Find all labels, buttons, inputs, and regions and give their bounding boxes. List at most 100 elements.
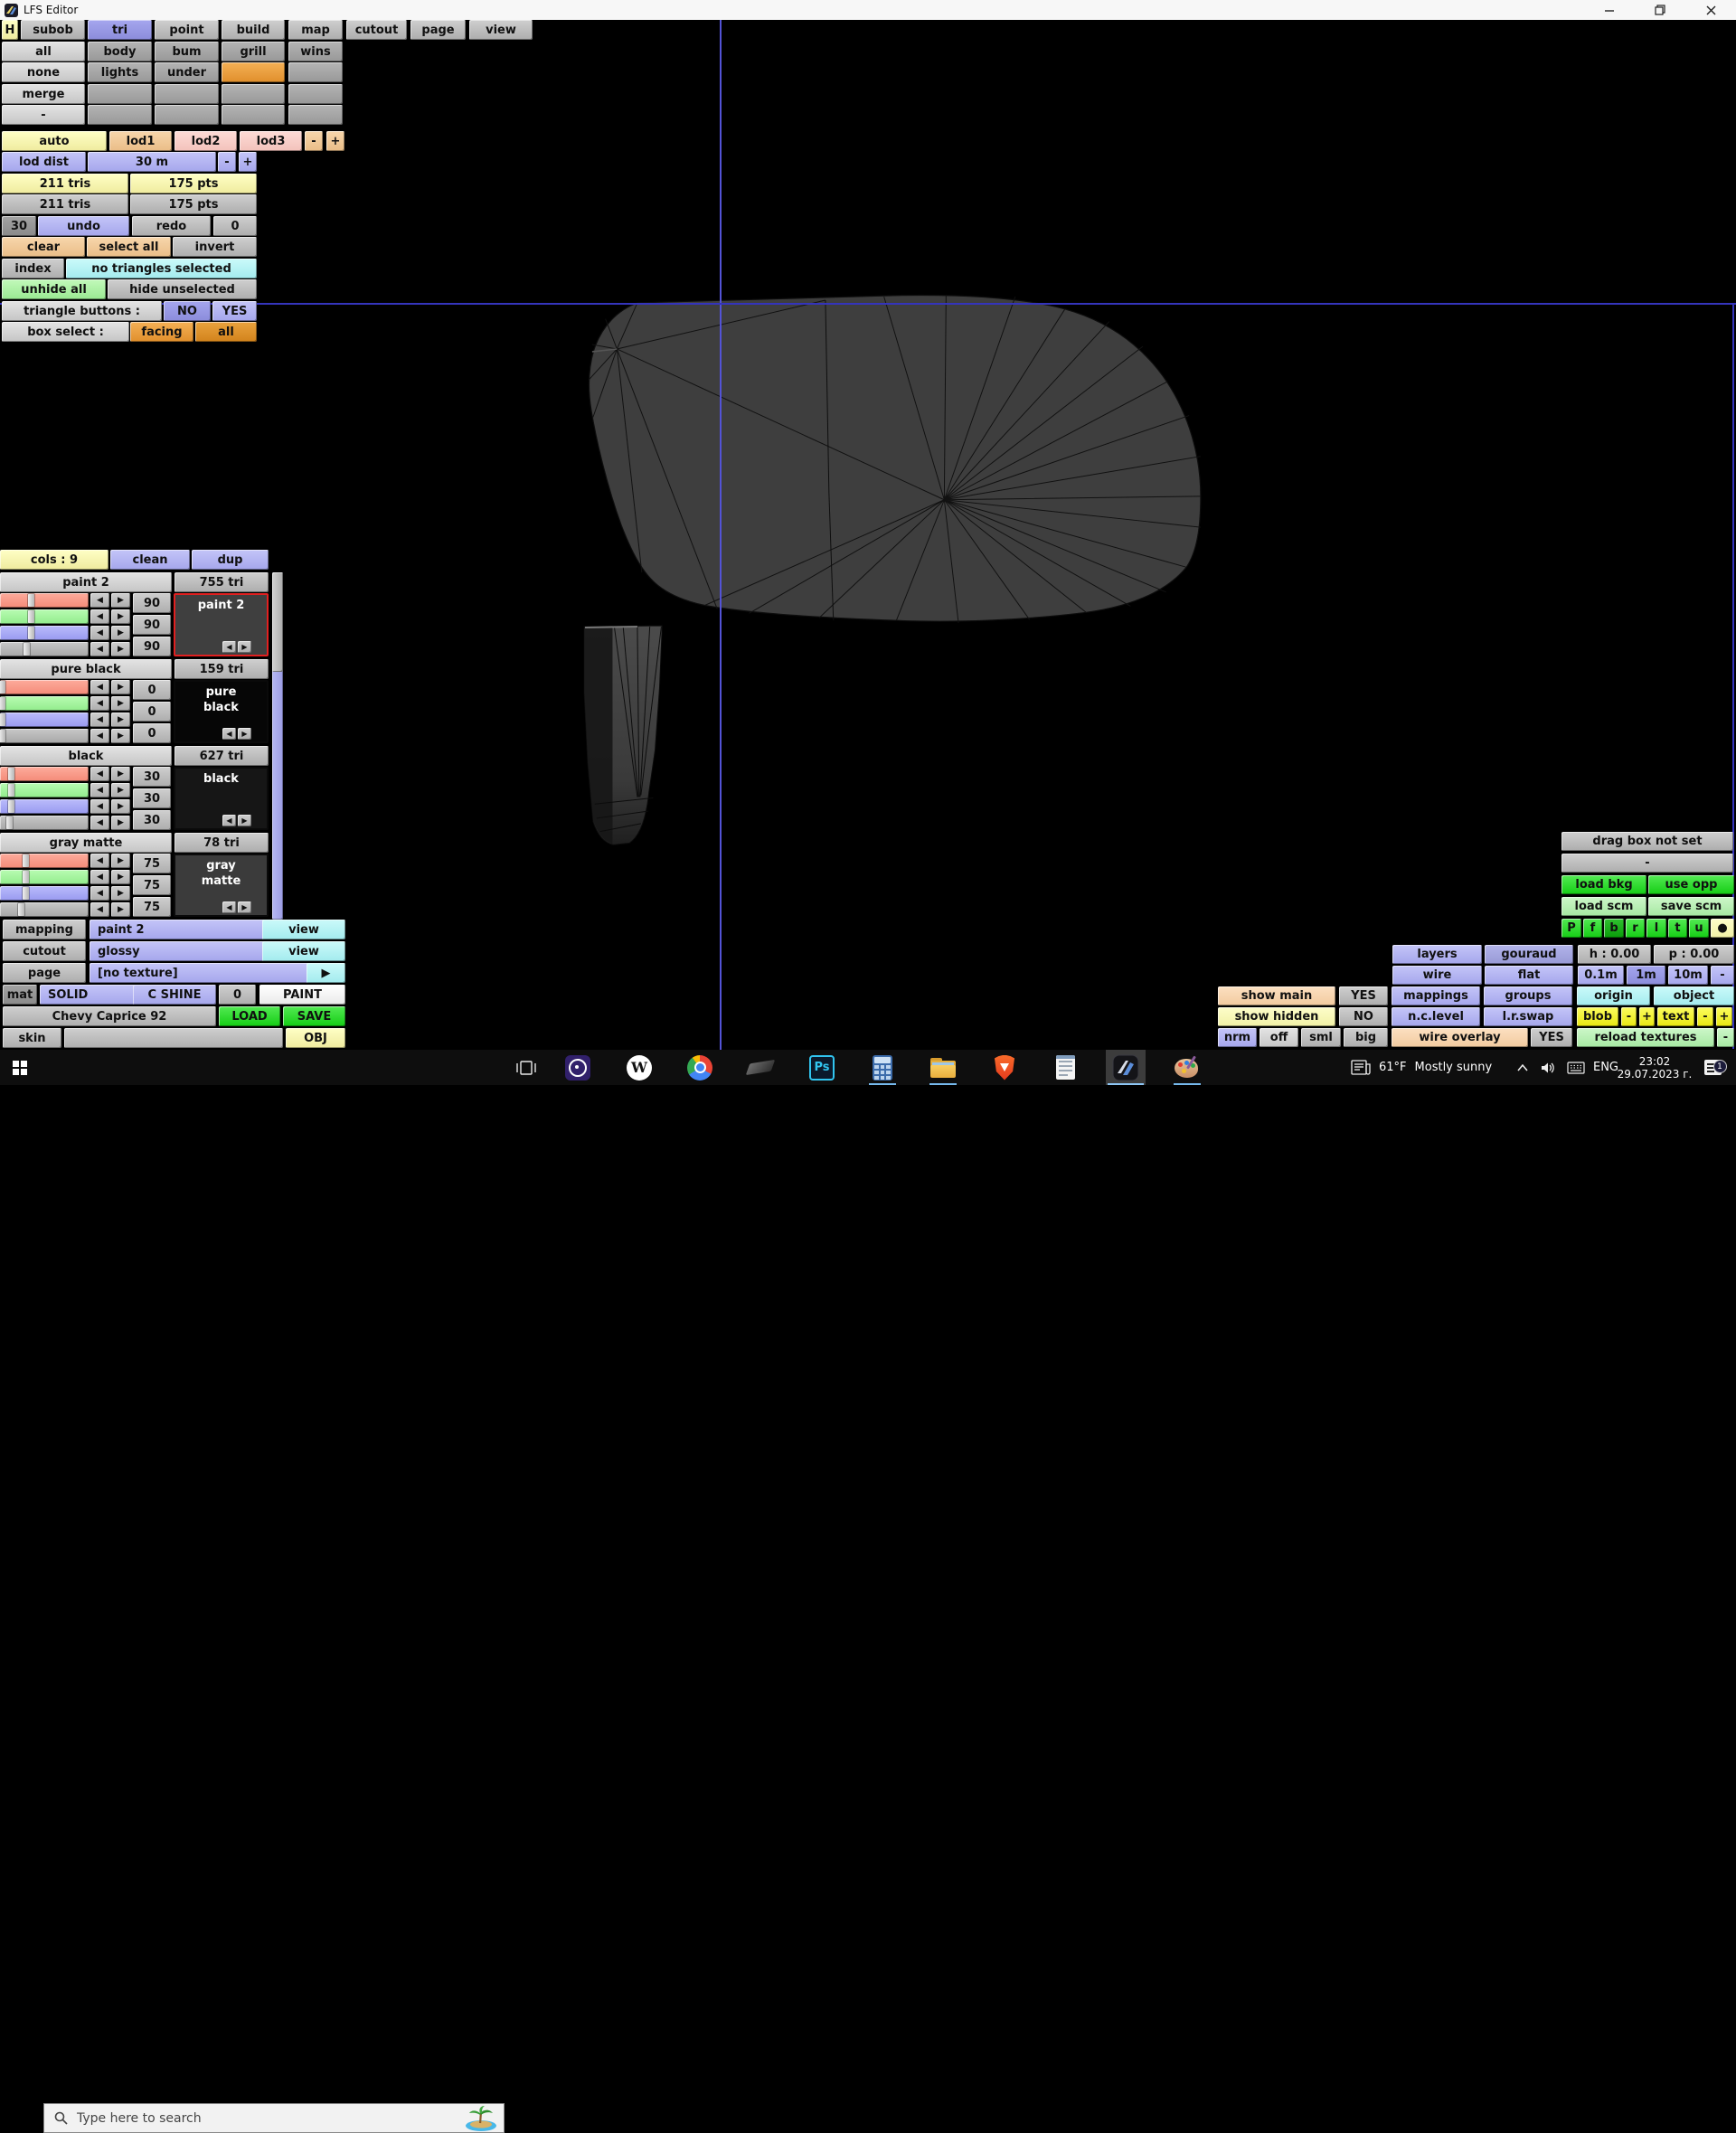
taskbar-icon-file-explorer[interactable]	[923, 1050, 963, 1085]
grid-1m[interactable]: 1m	[1627, 966, 1665, 985]
restore-button[interactable]	[1635, 0, 1685, 20]
btn-lod1[interactable]: lod1	[109, 131, 172, 151]
btn-all[interactable]: all	[2, 42, 85, 61]
btn-subob[interactable]: subob	[21, 20, 85, 40]
btn-body[interactable]: body	[88, 42, 152, 61]
taskbar-icon-paint[interactable]	[1167, 1050, 1207, 1085]
undo-count[interactable]: 30	[2, 216, 36, 236]
material-slider-x[interactable]	[0, 902, 89, 917]
clean-button[interactable]: clean	[110, 550, 190, 570]
slider-handle[interactable]	[0, 730, 5, 742]
btn-clear[interactable]: clear	[2, 237, 85, 257]
slider-left-arrow[interactable]: ◀	[90, 696, 109, 711]
view-b[interactable]: b	[1604, 919, 1624, 938]
box-select-facing[interactable]: facing	[130, 322, 193, 342]
slider-handle[interactable]	[0, 697, 5, 710]
slider-right-arrow[interactable]: ▶	[111, 680, 130, 694]
color-swatch-orange[interactable]	[222, 62, 285, 82]
btn-mat[interactable]: mat	[3, 985, 37, 1005]
btn-cutout[interactable]: cutout	[346, 20, 407, 40]
slider-left-arrow[interactable]: ◀	[90, 870, 109, 884]
slider-handle[interactable]	[8, 784, 14, 797]
materials-scrollbar[interactable]	[272, 572, 283, 920]
material-tri-count[interactable]: 627 tri	[175, 746, 269, 766]
btn-auto[interactable]: auto	[2, 131, 107, 151]
slider-left-arrow[interactable]: ◀	[90, 642, 109, 656]
btn-lights[interactable]: lights	[88, 62, 152, 82]
material-swatch[interactable]: gray matte◀▶	[174, 854, 269, 917]
material-slider-b[interactable]	[0, 799, 89, 814]
btn-unhide-all[interactable]: unhide all	[2, 279, 106, 299]
material-slider-r[interactable]	[0, 767, 89, 781]
material-swatch[interactable]: pure black◀▶	[174, 680, 269, 743]
taskbar-icon-brave[interactable]	[985, 1050, 1024, 1085]
slider-right-arrow[interactable]: ▶	[111, 642, 130, 656]
btn-lod2[interactable]: lod2	[175, 131, 237, 151]
btn-lod3[interactable]: lod3	[240, 131, 302, 151]
btn-hide-unselected[interactable]: hide unselected	[108, 279, 257, 299]
cutout-value[interactable]: glossy	[90, 941, 267, 961]
btn-l-r-swap[interactable]: l.r.swap	[1484, 1007, 1572, 1026]
skin-value[interactable]	[64, 1028, 283, 1048]
slider-left-arrow[interactable]: ◀	[90, 902, 109, 917]
swatch-next[interactable]: ▶	[238, 815, 251, 826]
slider-right-arrow[interactable]: ▶	[111, 902, 130, 917]
pitch-value[interactable]: p : 0.00	[1654, 945, 1734, 964]
blob-minus[interactable]: -	[1621, 1007, 1637, 1026]
text-minus[interactable]: -	[1697, 1007, 1713, 1026]
btn-save-scm[interactable]: save scm	[1648, 897, 1734, 916]
swatch-prev[interactable]: ◀	[222, 815, 236, 826]
lod-dist-minus[interactable]: -	[218, 152, 236, 172]
taskbar-icon-lfs-editor[interactable]	[1106, 1050, 1146, 1085]
slider-right-arrow[interactable]: ▶	[111, 854, 130, 868]
slider-handle[interactable]	[6, 816, 13, 829]
taskbar-icon-circle-app[interactable]	[558, 1050, 598, 1085]
btn-use-opp[interactable]: use opp	[1648, 875, 1734, 894]
btn-h[interactable]: H	[2, 20, 18, 40]
taskbar-icon-calculator[interactable]	[863, 1050, 902, 1085]
view-f[interactable]: f	[1583, 919, 1602, 938]
slider-left-arrow[interactable]: ◀	[90, 783, 109, 798]
material-swatch-selected[interactable]: paint 2◀▶	[174, 593, 269, 656]
task-view-button[interactable]	[506, 1050, 546, 1085]
lod-dist-plus[interactable]: +	[239, 152, 257, 172]
nrm-off[interactable]: off	[1260, 1028, 1298, 1047]
material-name[interactable]: gray matte	[0, 833, 172, 853]
drag-box-status[interactable]: drag box not set	[1561, 832, 1733, 851]
slider-handle[interactable]	[8, 768, 14, 780]
slider-handle[interactable]	[8, 800, 14, 813]
slider-left-arrow[interactable]: ◀	[90, 729, 109, 743]
slider-handle[interactable]	[23, 854, 29, 867]
material-value[interactable]: 75	[133, 854, 171, 873]
cutout-view[interactable]: view	[262, 941, 345, 961]
text-plus[interactable]: +	[1716, 1007, 1732, 1026]
blank-cell[interactable]	[288, 84, 343, 104]
material-value[interactable]: 30	[133, 788, 171, 808]
btn-merge[interactable]: merge	[2, 84, 85, 104]
taskbar-icon-notepad[interactable]	[1045, 1050, 1085, 1085]
swatch-next[interactable]: ▶	[238, 728, 251, 740]
material-slider-r[interactable]	[0, 593, 89, 608]
slider-right-arrow[interactable]: ▶	[111, 593, 130, 608]
material-slider-g[interactable]	[0, 696, 89, 711]
btn-n-c-level[interactable]: n.c.level	[1392, 1007, 1480, 1026]
touch-keyboard-button[interactable]	[1562, 1050, 1590, 1085]
grid-minus[interactable]: -	[1711, 966, 1734, 985]
slider-right-arrow[interactable]: ▶	[111, 767, 130, 781]
slider-left-arrow[interactable]: ◀	[90, 680, 109, 694]
view-r[interactable]: r	[1626, 919, 1645, 938]
material-slider-x[interactable]	[0, 642, 89, 656]
slider-handle[interactable]	[28, 594, 34, 607]
btn-object[interactable]: object	[1654, 986, 1734, 1005]
btn-page[interactable]: page	[3, 963, 86, 983]
mapping-view[interactable]: view	[262, 920, 345, 939]
btn-load-scm[interactable]: load scm	[1561, 897, 1646, 916]
mapping-value[interactable]: paint 2	[90, 920, 267, 939]
slider-left-arrow[interactable]: ◀	[90, 854, 109, 868]
material-slider-b[interactable]	[0, 886, 89, 901]
nrm-sml[interactable]: sml	[1301, 1028, 1341, 1047]
nrm-big[interactable]: big	[1344, 1028, 1388, 1047]
slider-left-arrow[interactable]: ◀	[90, 609, 109, 624]
action-center-button[interactable]: 1	[1694, 1050, 1731, 1085]
btn-mapping[interactable]: mapping	[3, 920, 86, 939]
